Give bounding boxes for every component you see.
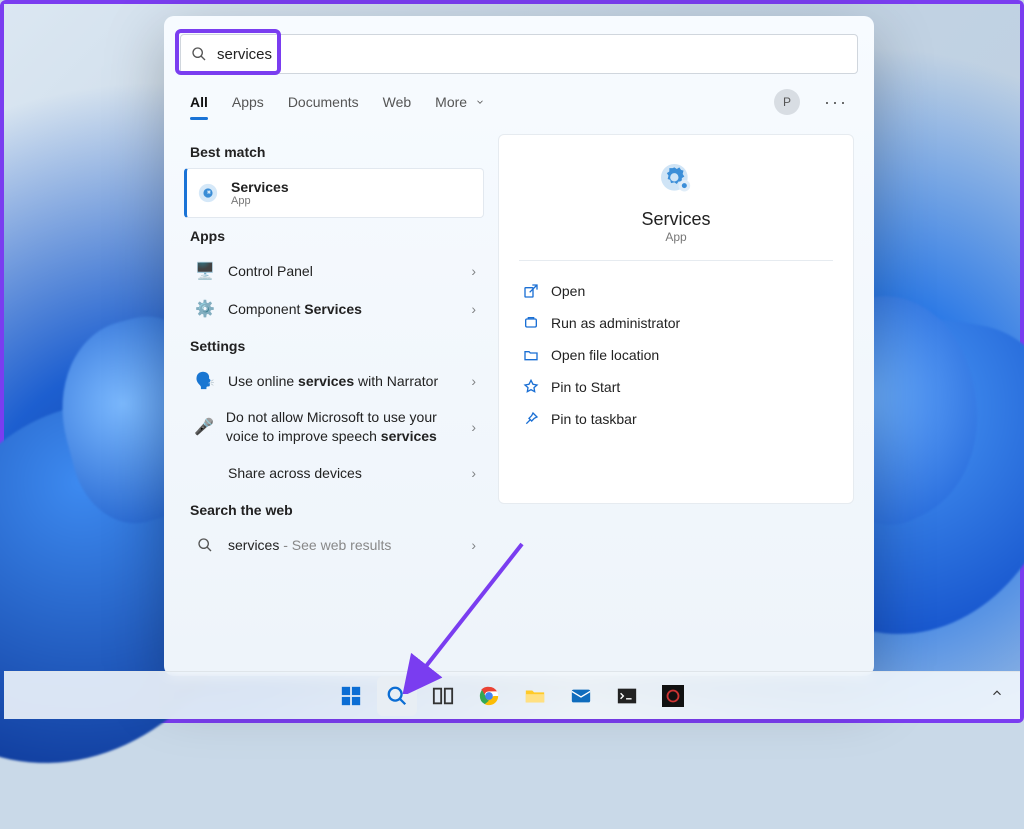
results-list: Best match Services App Apps 🖥️ Control … (184, 134, 484, 564)
chevron-right-icon: › (471, 465, 476, 481)
result-title: Services (231, 179, 289, 195)
taskbar-start[interactable] (331, 676, 371, 716)
control-panel-icon: 🖥️ (194, 260, 216, 282)
taskbar-terminal[interactable] (607, 676, 647, 716)
tab-apps[interactable]: Apps (232, 88, 264, 116)
taskbar-taskview[interactable] (423, 676, 463, 716)
tab-more[interactable]: More (435, 88, 485, 116)
search-input[interactable] (215, 45, 847, 64)
taskbar-mail[interactable] (561, 676, 601, 716)
pin-icon (523, 379, 539, 395)
overflow-menu[interactable]: ··· (824, 92, 848, 113)
group-settings: Settings (190, 338, 484, 354)
taskbar-tray-chevron[interactable] (990, 686, 1004, 705)
result-share-devices[interactable]: Share across devices › (184, 454, 484, 492)
result-component-services[interactable]: ⚙️ Component Services › (184, 290, 484, 328)
tab-all[interactable]: All (190, 88, 208, 116)
tab-documents[interactable]: Documents (288, 88, 359, 116)
services-gear-icon (197, 182, 219, 204)
microphone-icon: 🎤 (194, 416, 214, 438)
tab-web[interactable]: Web (383, 88, 412, 116)
narrator-icon: 🗣️ (194, 370, 216, 392)
search-icon (191, 46, 207, 62)
services-gear-icon (656, 159, 696, 199)
chevron-right-icon: › (471, 301, 476, 317)
chevron-right-icon: › (471, 373, 476, 389)
detail-pane: Services App Open Run as administrator O… (498, 134, 854, 504)
action-open[interactable]: Open (519, 275, 833, 307)
group-apps: Apps (190, 228, 484, 244)
taskbar-obs[interactable] (653, 676, 693, 716)
chevron-right-icon: › (471, 263, 476, 279)
search-panel: All Apps Documents Web More P ··· Best m… (164, 16, 874, 676)
folder-icon (523, 347, 539, 363)
open-icon (523, 283, 539, 299)
group-web: Search the web (190, 502, 484, 518)
group-best-match: Best match (190, 144, 484, 160)
shield-icon (523, 315, 539, 331)
pin-icon (523, 411, 539, 427)
search-bar[interactable] (180, 34, 858, 74)
result-web-search[interactable]: services - See web results › (184, 526, 484, 564)
search-icon (194, 534, 216, 556)
result-control-panel[interactable]: 🖥️ Control Panel › (184, 252, 484, 290)
taskbar (4, 671, 1020, 719)
detail-subtitle: App (519, 230, 833, 244)
result-narrator-services[interactable]: 🗣️ Use online services with Narrator › (184, 362, 484, 400)
component-services-icon: ⚙️ (194, 298, 216, 320)
result-best-match[interactable]: Services App (184, 168, 484, 218)
action-pin-start[interactable]: Pin to Start (519, 371, 833, 403)
filter-tabs: All Apps Documents Web More P ··· (164, 88, 874, 116)
chevron-down-icon (475, 97, 485, 107)
user-avatar[interactable]: P (774, 89, 800, 115)
action-open-location[interactable]: Open file location (519, 339, 833, 371)
taskbar-chrome[interactable] (469, 676, 509, 716)
result-subtitle: App (231, 195, 289, 207)
detail-title: Services (519, 209, 833, 230)
chevron-right-icon: › (471, 419, 476, 435)
action-run-admin[interactable]: Run as administrator (519, 307, 833, 339)
result-speech-services[interactable]: 🎤 Do not allow Microsoft to use your voi… (184, 400, 484, 454)
chevron-right-icon: › (471, 537, 476, 553)
action-pin-taskbar[interactable]: Pin to taskbar (519, 403, 833, 435)
taskbar-search[interactable] (377, 676, 417, 716)
taskbar-explorer[interactable] (515, 676, 555, 716)
